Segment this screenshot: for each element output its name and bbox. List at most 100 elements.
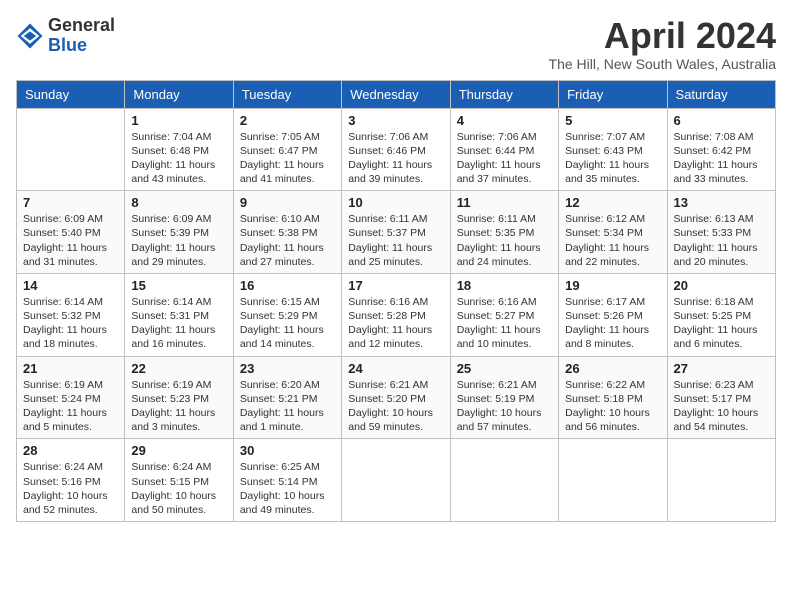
calendar-cell: 9 Sunrise: 6:10 AM Sunset: 5:38 PM Daylig… [233, 191, 341, 274]
day-number: 9 [240, 195, 335, 210]
day-info: Sunrise: 6:19 AM Sunset: 5:24 PM Dayligh… [23, 378, 118, 435]
calendar-cell: 4 Sunrise: 7:06 AM Sunset: 6:44 PM Daylig… [450, 108, 558, 191]
day-info: Sunrise: 6:25 AM Sunset: 5:14 PM Dayligh… [240, 460, 335, 517]
day-info: Sunrise: 7:04 AM Sunset: 6:48 PM Dayligh… [131, 130, 226, 187]
day-number: 5 [565, 113, 660, 128]
weekday-header-wednesday: Wednesday [342, 80, 450, 108]
calendar-cell: 15 Sunrise: 6:14 AM Sunset: 5:31 PM Dayli… [125, 273, 233, 356]
calendar-cell: 20 Sunrise: 6:18 AM Sunset: 5:25 PM Dayli… [667, 273, 775, 356]
calendar-cell [559, 439, 667, 522]
day-info: Sunrise: 6:21 AM Sunset: 5:19 PM Dayligh… [457, 378, 552, 435]
location: The Hill, New South Wales, Australia [549, 56, 776, 72]
weekday-header-thursday: Thursday [450, 80, 558, 108]
day-info: Sunrise: 6:09 AM Sunset: 5:39 PM Dayligh… [131, 212, 226, 269]
day-info: Sunrise: 7:07 AM Sunset: 6:43 PM Dayligh… [565, 130, 660, 187]
day-number: 26 [565, 361, 660, 376]
day-number: 11 [457, 195, 552, 210]
day-number: 17 [348, 278, 443, 293]
day-info: Sunrise: 6:22 AM Sunset: 5:18 PM Dayligh… [565, 378, 660, 435]
calendar-cell: 21 Sunrise: 6:19 AM Sunset: 5:24 PM Dayli… [17, 356, 125, 439]
calendar-cell: 27 Sunrise: 6:23 AM Sunset: 5:17 PM Dayli… [667, 356, 775, 439]
day-number: 12 [565, 195, 660, 210]
day-info: Sunrise: 6:14 AM Sunset: 5:31 PM Dayligh… [131, 295, 226, 352]
day-number: 27 [674, 361, 769, 376]
calendar-cell: 18Sunrise: 6:16 AM Sunset: 5:27 PM Dayli… [450, 273, 558, 356]
calendar-cell: 17 Sunrise: 6:16 AM Sunset: 5:28 PM Dayli… [342, 273, 450, 356]
day-info: Sunrise: 6:16 AM Sunset: 5:28 PM Dayligh… [348, 295, 443, 352]
calendar-cell: 16 Sunrise: 6:15 AM Sunset: 5:29 PM Dayli… [233, 273, 341, 356]
day-info: Sunrise: 6:11 AM Sunset: 5:37 PM Dayligh… [348, 212, 443, 269]
day-info: Sunrise: 7:08 AM Sunset: 6:42 PM Dayligh… [674, 130, 769, 187]
calendar-cell [667, 439, 775, 522]
day-info: Sunrise: 6:19 AM Sunset: 5:23 PM Dayligh… [131, 378, 226, 435]
week-row-5: 28 Sunrise: 6:24 AM Sunset: 5:16 PM Dayli… [17, 439, 776, 522]
calendar-cell: 11Sunrise: 6:11 AM Sunset: 5:35 PM Dayli… [450, 191, 558, 274]
day-info: Sunrise: 6:14 AM Sunset: 5:32 PM Dayligh… [23, 295, 118, 352]
day-number: 22 [131, 361, 226, 376]
week-row-1: 1 Sunrise: 7:04 AM Sunset: 6:48 PM Daylig… [17, 108, 776, 191]
day-info: Sunrise: 6:20 AM Sunset: 5:21 PM Dayligh… [240, 378, 335, 435]
calendar-cell: 29Sunrise: 6:24 AM Sunset: 5:15 PM Dayli… [125, 439, 233, 522]
day-info: Sunrise: 6:09 AM Sunset: 5:40 PM Dayligh… [23, 212, 118, 269]
month-title: April 2024 [549, 16, 776, 56]
day-info: Sunrise: 7:05 AM Sunset: 6:47 PM Dayligh… [240, 130, 335, 187]
day-number: 13 [674, 195, 769, 210]
weekday-header-saturday: Saturday [667, 80, 775, 108]
calendar: SundayMondayTuesdayWednesdayThursdayFrid… [16, 80, 776, 522]
day-info: Sunrise: 6:15 AM Sunset: 5:29 PM Dayligh… [240, 295, 335, 352]
weekday-header-row: SundayMondayTuesdayWednesdayThursdayFrid… [17, 80, 776, 108]
day-info: Sunrise: 6:18 AM Sunset: 5:25 PM Dayligh… [674, 295, 769, 352]
day-number: 25 [457, 361, 552, 376]
day-number: 15 [131, 278, 226, 293]
day-number: 20 [674, 278, 769, 293]
calendar-cell: 13Sunrise: 6:13 AM Sunset: 5:33 PM Dayli… [667, 191, 775, 274]
calendar-cell: 23 Sunrise: 6:20 AM Sunset: 5:21 PM Dayli… [233, 356, 341, 439]
calendar-cell: 3Sunrise: 7:06 AM Sunset: 6:46 PM Daylig… [342, 108, 450, 191]
calendar-cell: 22 Sunrise: 6:19 AM Sunset: 5:23 PM Dayli… [125, 356, 233, 439]
day-number: 2 [240, 113, 335, 128]
day-info: Sunrise: 6:21 AM Sunset: 5:20 PM Dayligh… [348, 378, 443, 435]
day-number: 16 [240, 278, 335, 293]
title-block: April 2024 The Hill, New South Wales, Au… [549, 16, 776, 72]
day-number: 4 [457, 113, 552, 128]
week-row-4: 21 Sunrise: 6:19 AM Sunset: 5:24 PM Dayli… [17, 356, 776, 439]
weekday-header-tuesday: Tuesday [233, 80, 341, 108]
day-number: 3 [348, 113, 443, 128]
logo: General Blue [16, 16, 115, 56]
day-number: 30 [240, 443, 335, 458]
day-info: Sunrise: 6:23 AM Sunset: 5:17 PM Dayligh… [674, 378, 769, 435]
calendar-cell: 2 Sunrise: 7:05 AM Sunset: 6:47 PM Daylig… [233, 108, 341, 191]
day-info: Sunrise: 6:24 AM Sunset: 5:16 PM Dayligh… [23, 460, 118, 517]
day-number: 28 [23, 443, 118, 458]
calendar-cell: 25 Sunrise: 6:21 AM Sunset: 5:19 PM Dayli… [450, 356, 558, 439]
calendar-cell [450, 439, 558, 522]
calendar-cell: 10 Sunrise: 6:11 AM Sunset: 5:37 PM Dayli… [342, 191, 450, 274]
page-header: General Blue April 2024 The Hill, New So… [16, 16, 776, 72]
day-info: Sunrise: 6:17 AM Sunset: 5:26 PM Dayligh… [565, 295, 660, 352]
calendar-cell [342, 439, 450, 522]
day-info: Sunrise: 6:16 AM Sunset: 5:27 PM Dayligh… [457, 295, 552, 352]
day-number: 1 [131, 113, 226, 128]
day-info: Sunrise: 6:10 AM Sunset: 5:38 PM Dayligh… [240, 212, 335, 269]
day-number: 24 [348, 361, 443, 376]
calendar-cell: 1 Sunrise: 7:04 AM Sunset: 6:48 PM Daylig… [125, 108, 233, 191]
logo-icon [16, 22, 44, 50]
day-number: 23 [240, 361, 335, 376]
calendar-cell: 8Sunrise: 6:09 AM Sunset: 5:39 PM Daylig… [125, 191, 233, 274]
day-number: 19 [565, 278, 660, 293]
weekday-header-friday: Friday [559, 80, 667, 108]
day-number: 10 [348, 195, 443, 210]
day-info: Sunrise: 6:24 AM Sunset: 5:15 PM Dayligh… [131, 460, 226, 517]
calendar-cell: 12 Sunrise: 6:12 AM Sunset: 5:34 PM Dayli… [559, 191, 667, 274]
day-number: 21 [23, 361, 118, 376]
calendar-cell: 5 Sunrise: 7:07 AM Sunset: 6:43 PM Daylig… [559, 108, 667, 191]
day-number: 6 [674, 113, 769, 128]
calendar-cell: 7Sunrise: 6:09 AM Sunset: 5:40 PM Daylig… [17, 191, 125, 274]
calendar-cell: 6 Sunrise: 7:08 AM Sunset: 6:42 PM Daylig… [667, 108, 775, 191]
day-info: Sunrise: 7:06 AM Sunset: 6:44 PM Dayligh… [457, 130, 552, 187]
calendar-cell: 30 Sunrise: 6:25 AM Sunset: 5:14 PM Dayli… [233, 439, 341, 522]
weekday-header-monday: Monday [125, 80, 233, 108]
calendar-cell: 26 Sunrise: 6:22 AM Sunset: 5:18 PM Dayli… [559, 356, 667, 439]
calendar-cell: 14Sunrise: 6:14 AM Sunset: 5:32 PM Dayli… [17, 273, 125, 356]
day-info: Sunrise: 6:12 AM Sunset: 5:34 PM Dayligh… [565, 212, 660, 269]
